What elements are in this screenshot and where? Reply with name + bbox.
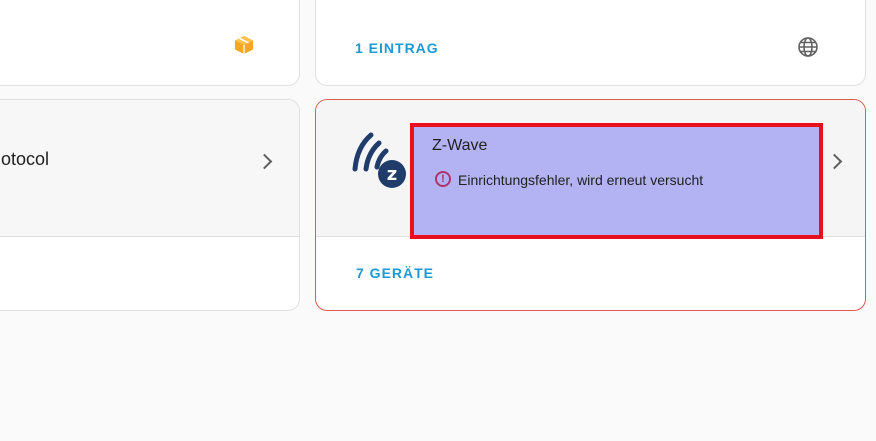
svg-text:z: z [387,164,397,185]
devices-link[interactable]: 7 GERÄTE [356,265,434,281]
entries-link[interactable]: 1 EINTRAG [355,40,439,56]
globe-icon [797,36,819,58]
zwave-title-highlight[interactable]: Z-Wave ! Einrichtungsfehler, wird erneut… [410,123,823,239]
error-status-text: Einrichtungsfehler, wird erneut versucht [458,172,704,188]
integration-card-top-left[interactable] [0,0,300,86]
integration-card-protocol[interactable]: otocol [0,99,300,311]
package-icon [233,34,255,56]
integration-card-top-right[interactable]: 1 EINTRAG [315,0,866,86]
exclamation-circle-icon: ! [435,171,451,187]
protocol-title: otocol [1,149,50,169]
zwave-title: Z-Wave [432,137,488,154]
divider [0,236,299,237]
zwave-logo: z [349,127,409,189]
